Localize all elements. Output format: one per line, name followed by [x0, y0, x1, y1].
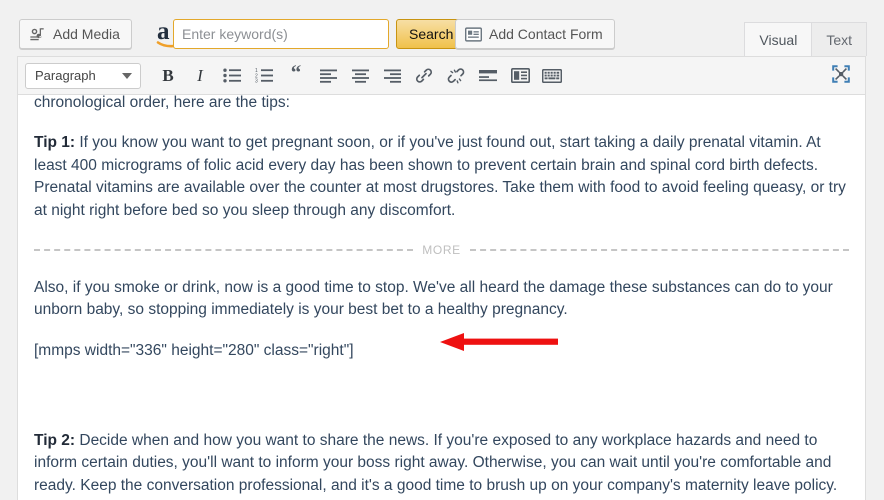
add-media-label: Add Media: [53, 26, 120, 42]
blockquote-button[interactable]: “: [280, 61, 312, 91]
amazon-keyword-input[interactable]: [173, 19, 389, 49]
italic-label: I: [197, 65, 203, 85]
post-body[interactable]: asked all of your potential questions an…: [18, 95, 865, 500]
add-media-button[interactable]: Add Media: [19, 19, 132, 49]
bullet-list-button[interactable]: [216, 61, 248, 91]
more-tag-divider[interactable]: MORE: [34, 241, 849, 260]
tab-text-label: Text: [826, 31, 852, 48]
search-button-label: Search: [409, 26, 454, 42]
remove-link-icon: [447, 67, 466, 84]
bold-label: B: [162, 65, 174, 85]
align-left-icon: [319, 69, 337, 83]
toggle-toolbar-button[interactable]: [504, 61, 536, 91]
align-right-button[interactable]: [376, 61, 408, 91]
insert-more-tag-icon: [479, 69, 497, 83]
add-contact-form-button[interactable]: Add Contact Form: [455, 19, 615, 49]
paragraph-tip-1: Tip 1: If you know you want to get pregn…: [34, 132, 849, 222]
paragraph-format-label: Paragraph: [35, 68, 96, 83]
distraction-free-button[interactable]: [825, 61, 857, 91]
media-icon: [29, 26, 46, 43]
paragraph-tip-2: Tip 2: Decide when and how you want to s…: [34, 430, 849, 498]
align-right-icon: [383, 69, 401, 83]
add-contact-form-label: Add Contact Form: [489, 26, 603, 42]
chevron-down-icon: [122, 72, 132, 79]
intro-line-text: chronological order, here are the tips:: [34, 95, 290, 111]
align-center-icon: [351, 69, 369, 83]
bold-button[interactable]: B: [152, 61, 184, 91]
empty-paragraph-spacer: [34, 380, 849, 430]
wordpress-post-editor: Add Media a Search Add: [0, 0, 884, 500]
bullet-list-icon: [223, 68, 241, 83]
tip-1-text: If you know you want to get pregnant soo…: [34, 134, 846, 219]
keyboard-shortcuts-button[interactable]: [536, 61, 568, 91]
svg-text:3: 3: [255, 79, 258, 83]
numbered-list-icon: 1 2 3: [255, 68, 273, 83]
align-center-button[interactable]: [344, 61, 376, 91]
toggle-toolbar-icon: [510, 68, 530, 83]
editor-content-area[interactable]: asked all of your potential questions an…: [17, 95, 866, 500]
align-left-button[interactable]: [312, 61, 344, 91]
keyboard-shortcuts-icon: [542, 68, 562, 83]
more-tag-label: MORE: [422, 242, 461, 257]
editor-mode-tabs: Visual Text: [744, 22, 867, 56]
tab-text[interactable]: Text: [811, 22, 867, 56]
tab-visual[interactable]: Visual: [744, 22, 813, 56]
tip-1-label: Tip 1:: [34, 134, 76, 152]
formatting-toolbar: Paragraph B I 1 2 3 “: [17, 56, 866, 95]
insert-link-icon: [415, 67, 433, 84]
paragraph-smoke-drink: Also, if you smoke or drink, now is a go…: [34, 278, 833, 319]
tip-2-text: Decide when and how you want to share th…: [34, 431, 838, 494]
paragraph-intro: asked all of your potential questions an…: [34, 95, 849, 114]
tab-visual-label: Visual: [759, 31, 798, 48]
more-dash-right: [469, 249, 849, 252]
insert-link-button[interactable]: [408, 61, 440, 91]
contact-form-icon: [465, 26, 482, 42]
mmps-shortcode-text: [mmps width="336" height="280" class="ri…: [34, 341, 354, 359]
svg-text:a: a: [157, 19, 170, 45]
more-dash-left: [34, 249, 414, 252]
blockquote-icon: “: [290, 59, 302, 84]
paragraph-format-select[interactable]: Paragraph: [25, 62, 141, 89]
insert-more-tag-button[interactable]: [472, 61, 504, 91]
italic-button[interactable]: I: [184, 61, 216, 91]
remove-link-button[interactable]: [440, 61, 472, 91]
distraction-free-icon: [831, 64, 851, 89]
shortcode-row: [mmps width="336" height="280" class="ri…: [34, 340, 849, 362]
numbered-list-button[interactable]: 1 2 3: [248, 61, 280, 91]
tip-2-label: Tip 2:: [34, 431, 76, 449]
